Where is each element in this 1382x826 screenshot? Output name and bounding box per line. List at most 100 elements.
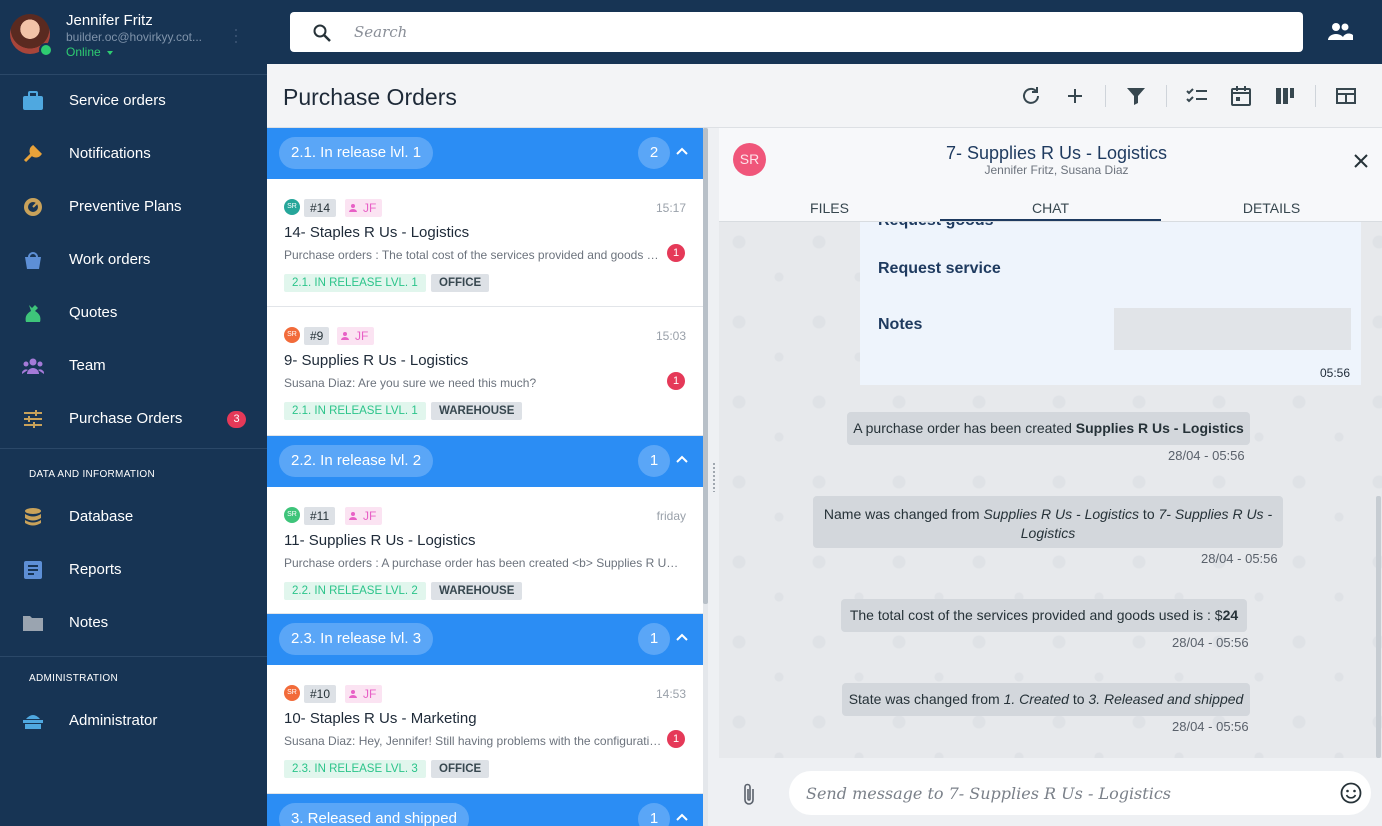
message-text: State was changed from — [848, 691, 1004, 707]
nav-item-quotes[interactable]: Quotes — [0, 287, 267, 340]
chevron-up-icon[interactable] — [676, 147, 688, 155]
refresh-icon[interactable] — [1019, 84, 1043, 108]
user-status-dropdown[interactable]: Online — [66, 45, 113, 59]
system-message: The total cost of the services provided … — [841, 599, 1247, 632]
contacts-icon[interactable] — [1326, 20, 1354, 44]
message-italic: 7- Supplies R Us - — [1158, 506, 1273, 522]
group-count: 1 — [638, 623, 670, 655]
nav-label: Purchase Orders — [69, 410, 183, 427]
chat-scrollbar[interactable] — [1374, 222, 1382, 758]
list-item[interactable]: SR #11 JF friday 11- Supplies R Us - Log… — [267, 487, 703, 614]
order-number: #9 — [304, 327, 330, 345]
group-count: 1 — [638, 803, 670, 826]
message-text: The total cost of the services provided … — [849, 607, 1223, 623]
tab-chat[interactable]: CHAT — [940, 200, 1161, 216]
assignee-initials: JF — [363, 687, 377, 701]
group-count: 2 — [638, 137, 670, 169]
order-number: #10 — [304, 685, 337, 703]
search-input[interactable]: Search — [290, 12, 1303, 52]
team-icon — [22, 358, 44, 374]
group-header[interactable]: 2.3. In release lvl. 3 1 — [267, 614, 703, 665]
message-italic: 1. Created — [1003, 691, 1069, 707]
location-tag: WAREHOUSE — [431, 582, 523, 600]
order-title: 9- Supplies R Us - Logistics — [284, 352, 469, 369]
drag-handle-icon[interactable] — [712, 462, 716, 492]
nav-item-purchase-orders[interactable]: Purchase Orders 3 — [0, 393, 267, 446]
state-tag: 2.1. IN RELEASE LVL. 1 — [284, 402, 426, 420]
timestamp: 15:03 — [655, 329, 686, 343]
group-label: 2.1. In release lvl. 1 — [279, 137, 434, 169]
person-icon — [341, 332, 349, 340]
list-item[interactable]: SR #10 JF 14:53 10- Staples R Us - Marke… — [267, 665, 703, 794]
message-bold: Supplies R Us - Logistics — [983, 506, 1140, 522]
last-message: Susana Diaz: Are you sure we need this m… — [284, 376, 537, 390]
message-time: 28/04 - 05:56 — [1168, 448, 1245, 463]
nav-item-team[interactable]: Team — [0, 340, 267, 393]
list-item[interactable]: SR #14 JF 15:17 14- Staples R Us - Logis… — [267, 179, 703, 307]
group-header[interactable]: 3. Released and shipped 1 — [267, 794, 703, 826]
chevron-up-icon[interactable] — [676, 813, 688, 821]
assignee-initials: JF — [363, 201, 377, 215]
nav-item-service-orders[interactable]: Service orders — [0, 75, 267, 128]
avatar[interactable] — [10, 14, 53, 57]
message-bold: Supplies R Us - Logistics — [1075, 420, 1244, 436]
report-icon — [24, 561, 42, 579]
nav-label: Notifications — [69, 145, 151, 162]
location-tag: WAREHOUSE — [431, 402, 523, 420]
group-count: 1 — [638, 445, 670, 477]
group-header[interactable]: 2.2. In release lvl. 2 1 — [267, 436, 703, 487]
search-placeholder: Search — [354, 23, 408, 41]
nav-item-reports[interactable]: Reports — [0, 544, 267, 597]
kanban-icon[interactable] — [1273, 84, 1297, 108]
toolbar-divider — [1105, 85, 1106, 107]
nav-item-database[interactable]: Database — [0, 491, 267, 544]
user-name: Jennifer Fritz — [66, 12, 153, 29]
close-icon[interactable] — [1353, 153, 1369, 169]
attachment-icon[interactable] — [741, 782, 757, 806]
list-item[interactable]: SR #9 JF 15:03 9- Supplies R Us - Logist… — [267, 307, 703, 436]
table-view-icon[interactable] — [1334, 84, 1358, 108]
group-header[interactable]: 2.1. In release lvl. 1 2 — [267, 128, 703, 179]
nav-item-administrator[interactable]: Administrator — [0, 695, 267, 748]
chat-panel: SR 7- Supplies R Us - Logistics Jennifer… — [719, 128, 1382, 826]
chat-messages: Request goods Request service Notes 05:5… — [719, 222, 1382, 758]
sliders-icon — [24, 410, 42, 428]
nav-item-work-orders[interactable]: Work orders — [0, 234, 267, 287]
nav-item-preventive-plans[interactable]: Preventive Plans — [0, 181, 267, 234]
notes-value — [1114, 308, 1351, 350]
section-title-admin: ADMINISTRATION — [29, 673, 119, 684]
user-profile[interactable]: Jennifer Fritz builder.oc@hovirkyy.cot..… — [0, 0, 267, 75]
message-input[interactable]: Send message to 7- Supplies R Us - Logis… — [789, 771, 1371, 815]
order-number: #11 — [304, 507, 336, 525]
message-italic: 3. Released and shipped — [1088, 691, 1244, 707]
chat-header: SR 7- Supplies R Us - Logistics Jennifer… — [719, 128, 1382, 222]
scrollbar-thumb[interactable] — [1376, 496, 1381, 758]
nav-item-notifications[interactable]: Notifications — [0, 128, 267, 181]
assignee-tag: JF — [345, 199, 383, 217]
tab-files[interactable]: FILES — [719, 200, 940, 216]
chevron-up-icon[interactable] — [676, 633, 688, 641]
database-icon — [25, 508, 41, 526]
add-icon[interactable] — [1063, 84, 1087, 108]
divider — [0, 656, 267, 657]
filter-icon[interactable] — [1124, 84, 1148, 108]
order-number: #14 — [304, 199, 337, 217]
unread-badge: 1 — [667, 244, 685, 262]
assignee-initials: JF — [363, 509, 377, 523]
tab-details[interactable]: DETAILS — [1161, 200, 1382, 216]
state-tag: 2.1. IN RELEASE LVL. 1 — [284, 274, 426, 292]
assignee-tag: JF — [345, 507, 383, 525]
more-vertical-icon[interactable]: · · · — [233, 20, 239, 50]
chevron-up-icon[interactable] — [676, 455, 688, 463]
calendar-icon[interactable] — [1229, 84, 1253, 108]
order-list: 2.1. In release lvl. 1 2 SR #14 JF 15:17… — [267, 128, 703, 826]
person-icon — [349, 204, 357, 212]
nav-item-notes[interactable]: Notes — [0, 597, 267, 650]
emoji-icon[interactable] — [1340, 782, 1362, 804]
person-icon — [349, 512, 357, 520]
page-title: Purchase Orders — [283, 84, 457, 110]
nav-label: Preventive Plans — [69, 198, 182, 215]
last-message: Purchase orders : A purchase order has b… — [284, 556, 684, 570]
wrench-icon — [23, 145, 42, 163]
checklist-icon[interactable] — [1185, 84, 1209, 108]
